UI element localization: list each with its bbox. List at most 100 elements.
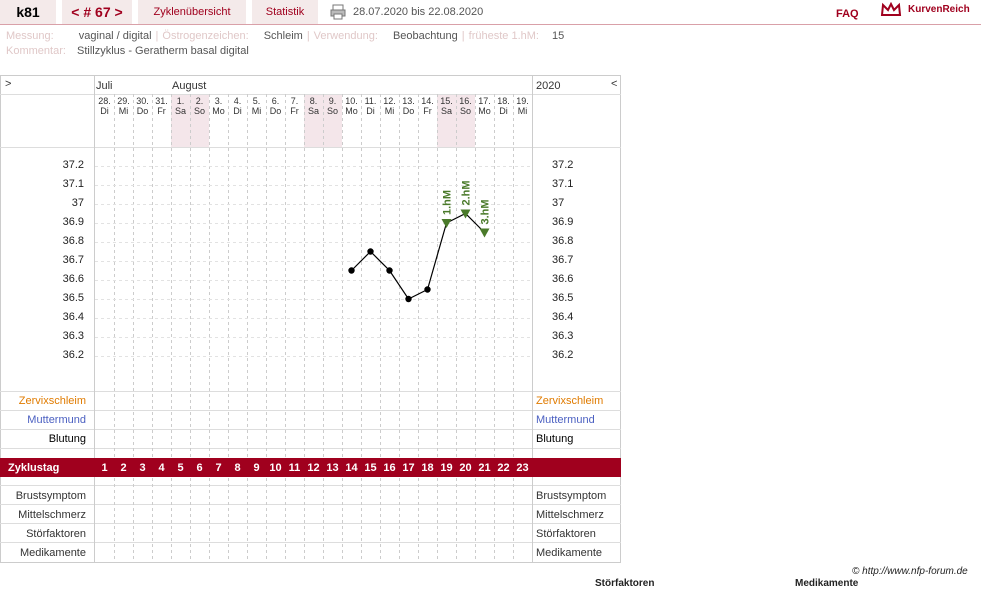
cycle-day-number: 9 (253, 462, 260, 474)
temp-tick-right: 36.4 (552, 311, 574, 323)
temp-tick-right: 37.2 (552, 159, 574, 171)
day-weekday: Di (499, 106, 508, 116)
day-date: 29. (117, 96, 130, 106)
zervix-label-left: Zervixschleim (18, 395, 86, 407)
high-measurement-label: 2.hM (461, 180, 473, 205)
temp-tick-left: 36.3 (62, 330, 84, 342)
year-label: 2020 (536, 80, 561, 92)
footer-stoerfaktoren: Störfaktoren (595, 578, 655, 589)
day-weekday: Do (136, 106, 149, 116)
day-date: 5. (252, 96, 261, 106)
day-date: 17. (478, 96, 491, 106)
brust-label-right: Brustsymptom (536, 490, 607, 502)
temp-tick-right: 36.7 (552, 254, 574, 266)
cycle-day-number: 5 (177, 462, 184, 474)
day-date: 28. (98, 96, 111, 106)
day-weekday: So (459, 106, 471, 116)
cycle-day-number: 20 (459, 462, 472, 474)
month-july: Juli (96, 80, 113, 92)
cycle-day-number: 3 (139, 462, 146, 474)
day-weekday: Mi (384, 106, 395, 116)
zervix-label-right: Zervixschleim (536, 395, 604, 407)
day-column-header: 31. Fr (152, 96, 171, 116)
day-column-header: 5. Mi (247, 96, 266, 116)
day-date: 14. (421, 96, 434, 106)
temp-tick-right: 37 (552, 197, 565, 209)
day-weekday: Sa (307, 106, 319, 116)
blutung-label-left: Blutung (48, 433, 86, 445)
cycle-day-number: 4 (158, 462, 165, 474)
temperature-point (367, 248, 374, 255)
temp-tick-right: 36.8 (552, 235, 574, 247)
cycle-day-number: 17 (402, 462, 415, 474)
temp-tick-left: 36.5 (62, 292, 84, 304)
temp-tick-right: 37.1 (552, 178, 574, 190)
medi-label-left: Medikamente (19, 547, 86, 559)
day-column-header: 17. Mo (475, 96, 494, 116)
day-date: 30. (136, 96, 149, 106)
cycle-day-number: 12 (307, 462, 320, 474)
temperature-point (424, 286, 431, 293)
day-column-header: 14. Fr (418, 96, 437, 116)
day-date: 13. (402, 96, 415, 106)
day-date: 9. (328, 96, 337, 106)
day-weekday: Sa (440, 106, 452, 116)
day-weekday: Mi (118, 106, 129, 116)
day-column-header: 4. Di (228, 96, 247, 116)
muttermund-label-right: Muttermund (536, 414, 595, 426)
day-weekday: Mo (345, 106, 358, 116)
day-weekday: Do (402, 106, 415, 116)
day-column-header: 30. Do (133, 96, 152, 116)
day-column-header: 10. Mo (342, 96, 361, 116)
day-weekday: Di (100, 106, 109, 116)
cycle-day-number: 19 (440, 462, 453, 474)
cycle-day-number: 16 (383, 462, 396, 474)
day-date: 18. (497, 96, 510, 106)
cycle-day-number: 1 (101, 462, 108, 474)
high-measurement-label: 3.hM (480, 199, 492, 224)
day-date: 16. (459, 96, 472, 106)
day-weekday: Mi (251, 106, 262, 116)
day-column-header: 1. Sa (171, 96, 190, 116)
day-column-header: 2. So (190, 96, 209, 116)
cycle-day-number: 2 (120, 462, 127, 474)
temperature-point (348, 267, 355, 274)
high-measurement-label: 1.hM (442, 190, 454, 215)
temp-tick-left: 36.9 (62, 216, 84, 228)
temperature-point (386, 267, 393, 274)
footer-medikamente: Medikamente (795, 578, 859, 589)
day-column-header: 11. Di (361, 96, 380, 116)
day-weekday: Mo (478, 106, 491, 116)
day-column-header: 3. Mo (209, 96, 228, 116)
scroll-right-arrow[interactable]: < (611, 78, 617, 90)
cycle-day-number: 23 (516, 462, 529, 474)
day-date: 7. (290, 96, 299, 106)
cycle-day-number: 21 (478, 462, 491, 474)
day-weekday: Fr (290, 106, 299, 116)
temp-tick-right: 36.6 (552, 273, 574, 285)
day-weekday: So (193, 106, 205, 116)
temp-tick-left: 37 (71, 197, 84, 209)
cycle-day-number: 15 (364, 462, 377, 474)
cycle-day-number: 18 (421, 462, 434, 474)
day-column-header: 7. Fr (285, 96, 304, 116)
temp-tick-right: 36.5 (552, 292, 574, 304)
day-date: 4. (233, 96, 242, 106)
temp-tick-right: 36.3 (552, 330, 574, 342)
temp-tick-left: 37.2 (62, 159, 84, 171)
cycle-day-number: 22 (497, 462, 510, 474)
temp-tick-right: 36.9 (552, 216, 574, 228)
temp-tick-left: 36.2 (62, 349, 84, 361)
day-date: 3. (214, 96, 223, 106)
day-column-header: 18. Di (494, 96, 513, 116)
cycle-day-number: 14 (345, 462, 358, 474)
day-date: 11. (364, 96, 377, 106)
day-date: 15. (440, 96, 453, 106)
scroll-left-arrow[interactable]: > (5, 78, 11, 90)
day-date: 8. (309, 96, 318, 106)
month-august: August (172, 80, 207, 92)
day-weekday: Di (233, 106, 242, 116)
day-column-header: 19. Mi (513, 96, 532, 116)
temp-tick-right: 36.2 (552, 349, 574, 361)
cycle-day-number: 6 (196, 462, 203, 474)
